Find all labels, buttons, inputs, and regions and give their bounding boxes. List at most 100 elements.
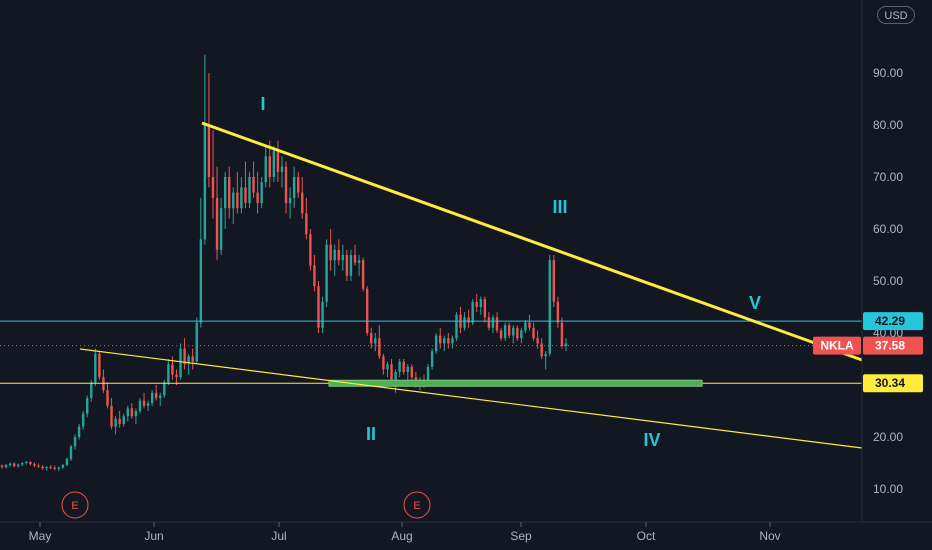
candle-body: [353, 255, 357, 263]
candle-body: [142, 400, 146, 406]
candle-body: [394, 372, 397, 380]
month-tick-label: Jun: [144, 529, 163, 543]
candle-body: [495, 317, 499, 331]
candle-body: [252, 177, 255, 193]
candle-body: [53, 467, 56, 469]
candle-body: [382, 356, 385, 370]
candle-body: [8, 463, 12, 466]
candle-body: [25, 461, 28, 463]
candle-body: [341, 255, 345, 261]
candle-body: [512, 327, 515, 336]
candle-body: [57, 467, 61, 469]
candle-body: [159, 395, 162, 398]
candle-body: [398, 361, 401, 372]
candle-body: [402, 361, 405, 372]
candle-body: [203, 125, 207, 240]
candle-body: [434, 335, 438, 352]
candle-body: [439, 335, 442, 344]
candle-body: [305, 213, 308, 235]
price-tag-label: 42.29: [875, 314, 905, 328]
candle-body: [232, 192, 235, 209]
candle-body: [126, 408, 129, 417]
earnings-marker-label: E: [71, 500, 78, 512]
candle-body: [491, 317, 495, 328]
candle-body: [0, 465, 4, 468]
candle-body: [236, 192, 239, 209]
candle-body: [564, 343, 568, 346]
candle-body: [516, 327, 519, 339]
candle-body: [536, 338, 539, 344]
candle-body: [130, 408, 134, 417]
candle-body: [288, 197, 292, 203]
wave-label: IV: [643, 430, 660, 450]
candle-body: [301, 192, 304, 214]
candle-body: [447, 338, 450, 344]
price-tick-label: 90.00: [873, 66, 903, 80]
candle-body: [548, 260, 551, 354]
candle-body: [195, 322, 198, 362]
candle-body: [333, 249, 336, 261]
candle-body: [73, 437, 77, 447]
candle-body: [94, 353, 97, 383]
price-tick-label: 20.00: [873, 430, 903, 444]
month-tick-label: Jul: [271, 529, 286, 543]
candle-body: [520, 330, 523, 339]
candle-body: [406, 366, 409, 372]
earnings-marker-label: E: [413, 500, 420, 512]
candle-body: [215, 197, 219, 250]
month-tick-label: Sep: [510, 529, 532, 543]
candle-body: [532, 327, 535, 339]
wave-label: I: [260, 94, 265, 114]
candle-body: [179, 348, 182, 378]
candle-body: [175, 374, 178, 378]
candle-body: [272, 151, 276, 177]
candle-body: [61, 465, 65, 468]
candle-body: [410, 366, 414, 378]
candle-body: [349, 255, 353, 276]
candle-body: [361, 260, 365, 289]
candle-body: [268, 156, 271, 177]
candle-body: [86, 398, 89, 414]
candle-body: [313, 265, 316, 287]
candle-body: [98, 353, 101, 378]
price-tick-label: 50.00: [873, 274, 903, 288]
candle-body: [207, 125, 211, 177]
candle-body: [114, 418, 117, 427]
candle-body: [483, 299, 487, 318]
candle-body: [65, 458, 69, 466]
candle-body: [12, 463, 16, 467]
candle-body: [167, 364, 170, 383]
candle-body: [199, 239, 203, 323]
candle-body: [77, 426, 81, 437]
candle-body: [503, 325, 507, 339]
currency-button[interactable]: USD: [877, 6, 915, 24]
candle-body: [248, 177, 251, 203]
month-tick-label: Aug: [391, 529, 412, 543]
candle-body: [21, 463, 24, 465]
price-chart[interactable]: IIIIIIIVVEE 10.0020.0030.0040.0050.0060.…: [0, 0, 932, 550]
candle-body: [41, 466, 44, 469]
candle-body: [337, 249, 340, 261]
wave-label: III: [552, 197, 567, 217]
symbol-tag-label: NKLA: [820, 339, 854, 353]
candle-body: [378, 338, 381, 357]
candle-body: [122, 416, 125, 424]
candle-body: [90, 382, 93, 398]
candle-body: [357, 260, 361, 263]
candle-body: [4, 465, 8, 468]
wave-label: II: [366, 424, 376, 444]
candle-body: [507, 325, 511, 336]
candle-body: [471, 301, 474, 323]
candle-body: [240, 187, 243, 209]
candle-body: [309, 234, 312, 266]
month-tick-label: Nov: [759, 529, 780, 543]
candle-body: [451, 338, 454, 344]
candle-body: [524, 322, 527, 331]
candle-body: [475, 301, 478, 307]
candle-body: [280, 166, 284, 172]
candle-body: [370, 333, 373, 344]
candle-body: [154, 392, 158, 398]
month-tick-label: Oct: [637, 529, 656, 543]
candle-body: [487, 317, 491, 328]
price-tick-label: 10.00: [873, 482, 903, 496]
